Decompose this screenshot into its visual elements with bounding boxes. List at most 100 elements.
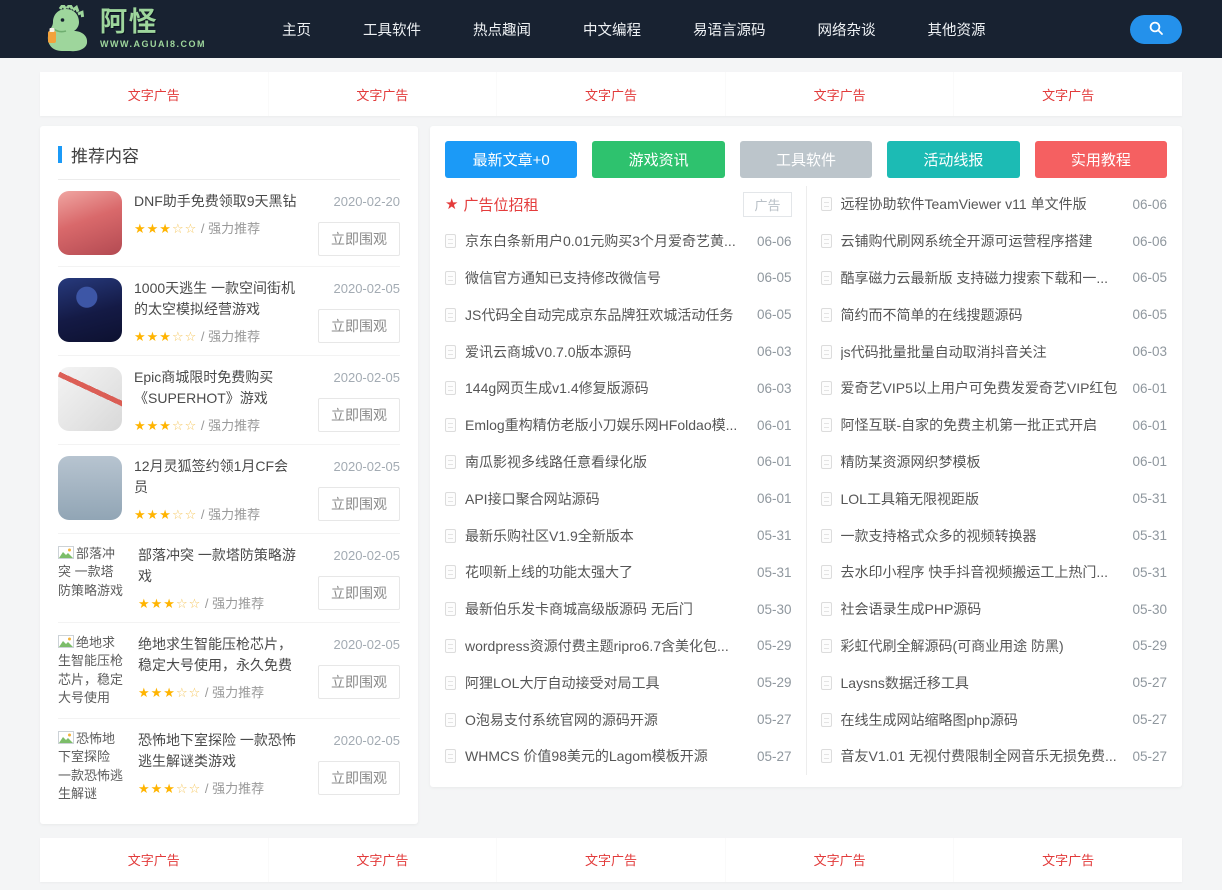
- article-row[interactable]: 社会语录生成PHP源码 05-30: [820, 591, 1167, 628]
- view-now-button[interactable]: 立即围观: [318, 222, 400, 256]
- article-row[interactable]: API接口聚合网站源码 06-01: [445, 480, 792, 517]
- article-link[interactable]: 阿狸LOL大厅自动接受对局工具: [465, 673, 747, 693]
- text-ad-link[interactable]: 文字广告: [724, 72, 954, 116]
- item-thumbnail[interactable]: [58, 456, 122, 520]
- article-link[interactable]: 花呗新上线的功能太强大了: [465, 562, 747, 582]
- article-link[interactable]: O泡易支付系统官网的源码开源: [465, 710, 747, 730]
- item-title-link[interactable]: 12月灵狐签约领1月CF会员: [134, 456, 298, 498]
- article-row[interactable]: 南瓜影视多线路任意看绿化版 06-01: [445, 444, 792, 481]
- nav-item[interactable]: 工具软件: [337, 9, 447, 50]
- article-row[interactable]: 阿怪互联-自家的免费主机第一批正式开启 06-01: [820, 407, 1167, 444]
- article-link[interactable]: js代码批量批量自动取消抖音关注: [841, 342, 1123, 362]
- item-title-link[interactable]: DNF助手免费领取9天黑钻: [134, 191, 298, 212]
- article-link[interactable]: 在线生成网站缩略图php源码: [841, 710, 1123, 730]
- article-link[interactable]: 京东白条新用户0.01元购买3个月爱奇艺黄...: [465, 231, 747, 251]
- article-link[interactable]: 去水印小程序 快手抖音视频搬运工上热门...: [841, 562, 1123, 582]
- text-ad-link[interactable]: 文字广告: [40, 72, 268, 116]
- article-row[interactable]: 精防某资源网织梦模板 06-01: [820, 444, 1167, 481]
- text-ad-link[interactable]: 文字广告: [496, 72, 725, 116]
- article-link[interactable]: 酷享磁力云最新版 支持磁力搜索下载和一...: [841, 268, 1123, 288]
- text-ad-link[interactable]: 文字广告: [953, 72, 1182, 116]
- article-link[interactable]: 144g网页生成v1.4修复版源码: [465, 378, 747, 398]
- article-link[interactable]: 阿怪互联-自家的免费主机第一批正式开启: [841, 415, 1123, 435]
- broken-thumbnail[interactable]: 恐怖地下室探险 一款恐怖逃生解谜: [58, 730, 126, 804]
- text-ad-link[interactable]: 文字广告: [267, 837, 497, 882]
- article-row[interactable]: 一款支持格式众多的视频转换器 05-31: [820, 517, 1167, 554]
- article-link[interactable]: 一款支持格式众多的视频转换器: [841, 526, 1123, 546]
- article-link[interactable]: 最新乐购社区V1.9全新版本: [465, 526, 747, 546]
- text-ad-link[interactable]: 文字广告: [496, 837, 725, 882]
- broken-thumbnail[interactable]: 部落冲突 一款塔防策略游戏: [58, 545, 126, 612]
- category-button[interactable]: 最新文章+0: [445, 141, 578, 178]
- article-row[interactable]: Emlog重构精仿老版小刀娱乐网HFoldao模... 06-01: [445, 407, 792, 444]
- category-button[interactable]: 实用教程: [1034, 141, 1168, 178]
- text-ad-link[interactable]: 文字广告: [953, 837, 1182, 882]
- text-ad-link[interactable]: 文字广告: [724, 837, 954, 882]
- article-row[interactable]: 远程协助软件TeamViewer v11 单文件版 06-06: [820, 186, 1167, 223]
- article-link[interactable]: LOL工具箱无限视距版: [841, 489, 1123, 509]
- article-row[interactable]: 阿狸LOL大厅自动接受对局工具 05-29: [445, 664, 792, 701]
- nav-item[interactable]: 主页: [256, 9, 337, 50]
- article-link[interactable]: WHMCS 价值98美元的Lagom模板开源: [465, 746, 747, 766]
- view-now-button[interactable]: 立即围观: [318, 665, 400, 699]
- item-title-link[interactable]: 绝地求生智能压枪芯片，稳定大号使用，永久免费: [138, 634, 298, 676]
- article-link[interactable]: 云铺购代刷网系统全开源可运营程序搭建: [841, 231, 1123, 251]
- article-link[interactable]: Emlog重构精仿老版小刀娱乐网HFoldao模...: [465, 415, 747, 435]
- article-row[interactable]: 京东白条新用户0.01元购买3个月爱奇艺黄... 06-06: [445, 223, 792, 260]
- article-row[interactable]: 在线生成网站缩略图php源码 05-27: [820, 701, 1167, 738]
- article-link[interactable]: JS代码全自动完成京东品牌狂欢城活动任务: [465, 305, 747, 325]
- article-link[interactable]: 爱讯云商城V0.7.0版本源码: [465, 342, 747, 362]
- article-row[interactable]: WHMCS 价值98美元的Lagom模板开源 05-27: [445, 738, 792, 775]
- article-row[interactable]: 微信官方通知已支持修改微信号 06-05: [445, 260, 792, 297]
- view-now-button[interactable]: 立即围观: [318, 487, 400, 521]
- text-ad-link[interactable]: 文字广告: [40, 838, 268, 882]
- ad-slot-row[interactable]: ★ 广告位招租 广告: [445, 186, 792, 223]
- nav-item[interactable]: 中文编程: [557, 9, 667, 50]
- article-row[interactable]: 酷享磁力云最新版 支持磁力搜索下载和一... 06-05: [820, 260, 1167, 297]
- item-title-link[interactable]: Epic商城限时免费购买《SUPERHOT》游戏: [134, 367, 298, 409]
- article-link[interactable]: 精防某资源网织梦模板: [841, 452, 1123, 472]
- category-button[interactable]: 活动线报: [887, 141, 1020, 178]
- article-link[interactable]: 远程协助软件TeamViewer v11 单文件版: [841, 194, 1123, 214]
- article-link[interactable]: 简约而不简单的在线搜题源码: [841, 305, 1123, 325]
- article-link[interactable]: Laysns数据迁移工具: [841, 673, 1123, 693]
- text-ad-link[interactable]: 文字广告: [267, 72, 497, 116]
- article-row[interactable]: O泡易支付系统官网的源码开源 05-27: [445, 701, 792, 738]
- article-row[interactable]: 爱讯云商城V0.7.0版本源码 06-03: [445, 333, 792, 370]
- item-thumbnail[interactable]: [58, 367, 122, 431]
- article-row[interactable]: 彩虹代刷全解源码(可商业用途 防黑) 05-29: [820, 628, 1167, 665]
- article-row[interactable]: 简约而不简单的在线搜题源码 06-05: [820, 296, 1167, 333]
- site-logo[interactable]: 阿怪 WWW.AGUAI8.COM: [40, 5, 206, 53]
- article-row[interactable]: 最新伯乐发卡商城高级版源码 无后门 05-30: [445, 591, 792, 628]
- article-row[interactable]: wordpress资源付费主题ripro6.7含美化包... 05-29: [445, 628, 792, 665]
- article-row[interactable]: 144g网页生成v1.4修复版源码 06-03: [445, 370, 792, 407]
- article-row[interactable]: 云铺购代刷网系统全开源可运营程序搭建 06-06: [820, 223, 1167, 260]
- article-link[interactable]: 南瓜影视多线路任意看绿化版: [465, 452, 747, 472]
- article-link[interactable]: 音友V1.01 无视付费限制全网音乐无损免费...: [841, 746, 1123, 766]
- view-now-button[interactable]: 立即围观: [318, 576, 400, 610]
- article-row[interactable]: js代码批量批量自动取消抖音关注 06-03: [820, 333, 1167, 370]
- article-row[interactable]: 爱奇艺VIP5以上用户可免费发爱奇艺VIP红包 06-01: [820, 370, 1167, 407]
- broken-thumbnail[interactable]: 绝地求生智能压枪芯片，稳定大号使用: [58, 634, 126, 708]
- article-link[interactable]: 最新伯乐发卡商城高级版源码 无后门: [465, 599, 747, 619]
- article-row[interactable]: LOL工具箱无限视距版 05-31: [820, 480, 1167, 517]
- article-row[interactable]: Laysns数据迁移工具 05-27: [820, 664, 1167, 701]
- category-button[interactable]: 游戏资讯: [592, 141, 725, 178]
- item-thumbnail[interactable]: [58, 191, 122, 255]
- item-title-link[interactable]: 1000天逃生 一款空间街机的太空模拟经营游戏: [134, 278, 298, 320]
- article-link[interactable]: API接口聚合网站源码: [465, 489, 747, 509]
- category-button[interactable]: 工具软件: [739, 141, 873, 178]
- article-link[interactable]: 微信官方通知已支持修改微信号: [465, 268, 747, 288]
- article-row[interactable]: 最新乐购社区V1.9全新版本 05-31: [445, 517, 792, 554]
- article-link[interactable]: 社会语录生成PHP源码: [841, 599, 1123, 619]
- article-row[interactable]: 去水印小程序 快手抖音视频搬运工上热门... 05-31: [820, 554, 1167, 591]
- view-now-button[interactable]: 立即围观: [318, 309, 400, 343]
- nav-item[interactable]: 热点趣闻: [447, 9, 557, 50]
- article-link[interactable]: wordpress资源付费主题ripro6.7含美化包...: [465, 636, 747, 656]
- article-row[interactable]: JS代码全自动完成京东品牌狂欢城活动任务 06-05: [445, 296, 792, 333]
- article-link[interactable]: 彩虹代刷全解源码(可商业用途 防黑): [841, 636, 1123, 656]
- article-link[interactable]: 爱奇艺VIP5以上用户可免费发爱奇艺VIP红包: [841, 378, 1123, 398]
- article-row[interactable]: 音友V1.01 无视付费限制全网音乐无损免费... 05-27: [820, 738, 1167, 775]
- item-title-link[interactable]: 恐怖地下室探险 一款恐怖逃生解谜类游戏: [138, 730, 298, 772]
- article-row[interactable]: 花呗新上线的功能太强大了 05-31: [445, 554, 792, 591]
